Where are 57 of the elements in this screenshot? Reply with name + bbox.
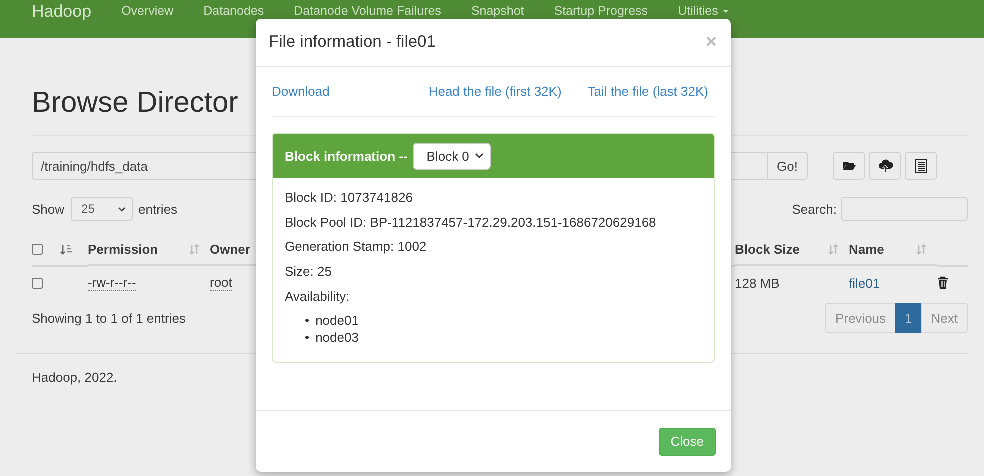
table-cell: 128 MB xyxy=(735,276,780,290)
page-link[interactable]: Previous xyxy=(825,303,896,333)
brand-logo[interactable]: Hadoop xyxy=(32,2,92,22)
sort-icon xyxy=(60,244,73,254)
block-detail: Size: 25 xyxy=(285,263,333,282)
nav-link[interactable]: Utilities xyxy=(678,4,730,18)
page-size-select[interactable]: 25 xyxy=(70,197,133,221)
nav-link[interactable]: Startup Progress xyxy=(554,4,648,18)
bullet-icon: • xyxy=(305,312,310,330)
nav-link[interactable]: Overview xyxy=(122,4,174,18)
column-header[interactable]: Owner xyxy=(210,242,250,256)
block-detail: Block ID: 1073741826 xyxy=(285,189,414,207)
sort-icon xyxy=(916,244,927,254)
block-select[interactable]: Block 0 xyxy=(412,142,491,170)
entries-info: Showing 1 to 1 of 1 entries xyxy=(32,310,186,326)
panel-title: Block information -- xyxy=(285,148,408,164)
file-link[interactable]: Tail the file (last 32K) xyxy=(588,84,708,99)
page-title: Browse Director xyxy=(32,86,238,121)
go-button[interactable]: Go! xyxy=(768,152,808,180)
search-field[interactable] xyxy=(841,197,968,221)
nav-link[interactable]: Datanodes xyxy=(204,4,264,18)
block-detail: Availability: xyxy=(285,288,351,306)
search-label: Search: xyxy=(792,202,837,216)
checkbox[interactable] xyxy=(32,244,43,254)
cloud-upload-icon xyxy=(878,158,892,174)
entries-label: entries xyxy=(138,202,178,216)
permission-text[interactable]: -rw-r--r-- xyxy=(88,276,136,290)
cloud-upload-button[interactable] xyxy=(869,152,901,180)
bullet-icon: • xyxy=(305,329,310,346)
chevron-down-icon xyxy=(118,206,126,212)
list-icon xyxy=(914,158,928,174)
sort-icon xyxy=(828,244,839,254)
footer-text: Hadoop, 2022. xyxy=(32,370,118,385)
checkbox[interactable] xyxy=(32,278,43,288)
show-label: Show xyxy=(32,202,65,216)
close-button[interactable]: Close xyxy=(658,428,716,456)
column-header[interactable]: Block Size xyxy=(735,242,800,256)
file-link[interactable]: Head the file (first 32K) xyxy=(428,84,562,99)
dialog-title: File information - file01 xyxy=(269,33,436,52)
file-link[interactable]: file01 xyxy=(849,276,880,290)
nav-link[interactable]: Datanode Volume Failures xyxy=(294,4,442,18)
page-link[interactable]: 1 xyxy=(895,303,922,333)
trash-icon xyxy=(937,276,949,290)
nav-link[interactable]: Snapshot xyxy=(471,4,524,18)
list-button[interactable] xyxy=(905,152,937,180)
file-link[interactable]: Download xyxy=(272,84,330,99)
block-detail: Block Pool ID: BP-1121837457-172.29.203.151-1686720629168 xyxy=(285,214,658,232)
chevron-down-icon xyxy=(474,153,484,159)
column-header[interactable]: Permission xyxy=(88,242,158,256)
sort-icon xyxy=(189,244,200,254)
owner-text[interactable]: root xyxy=(210,276,232,290)
folder-button[interactable] xyxy=(833,152,865,180)
block-detail: Generation Stamp: 1002 xyxy=(285,238,428,256)
page-link[interactable]: Next xyxy=(921,303,968,333)
node-item: node03 xyxy=(316,329,359,346)
column-header[interactable]: Name xyxy=(849,242,884,256)
node-item: node01 xyxy=(316,312,359,330)
